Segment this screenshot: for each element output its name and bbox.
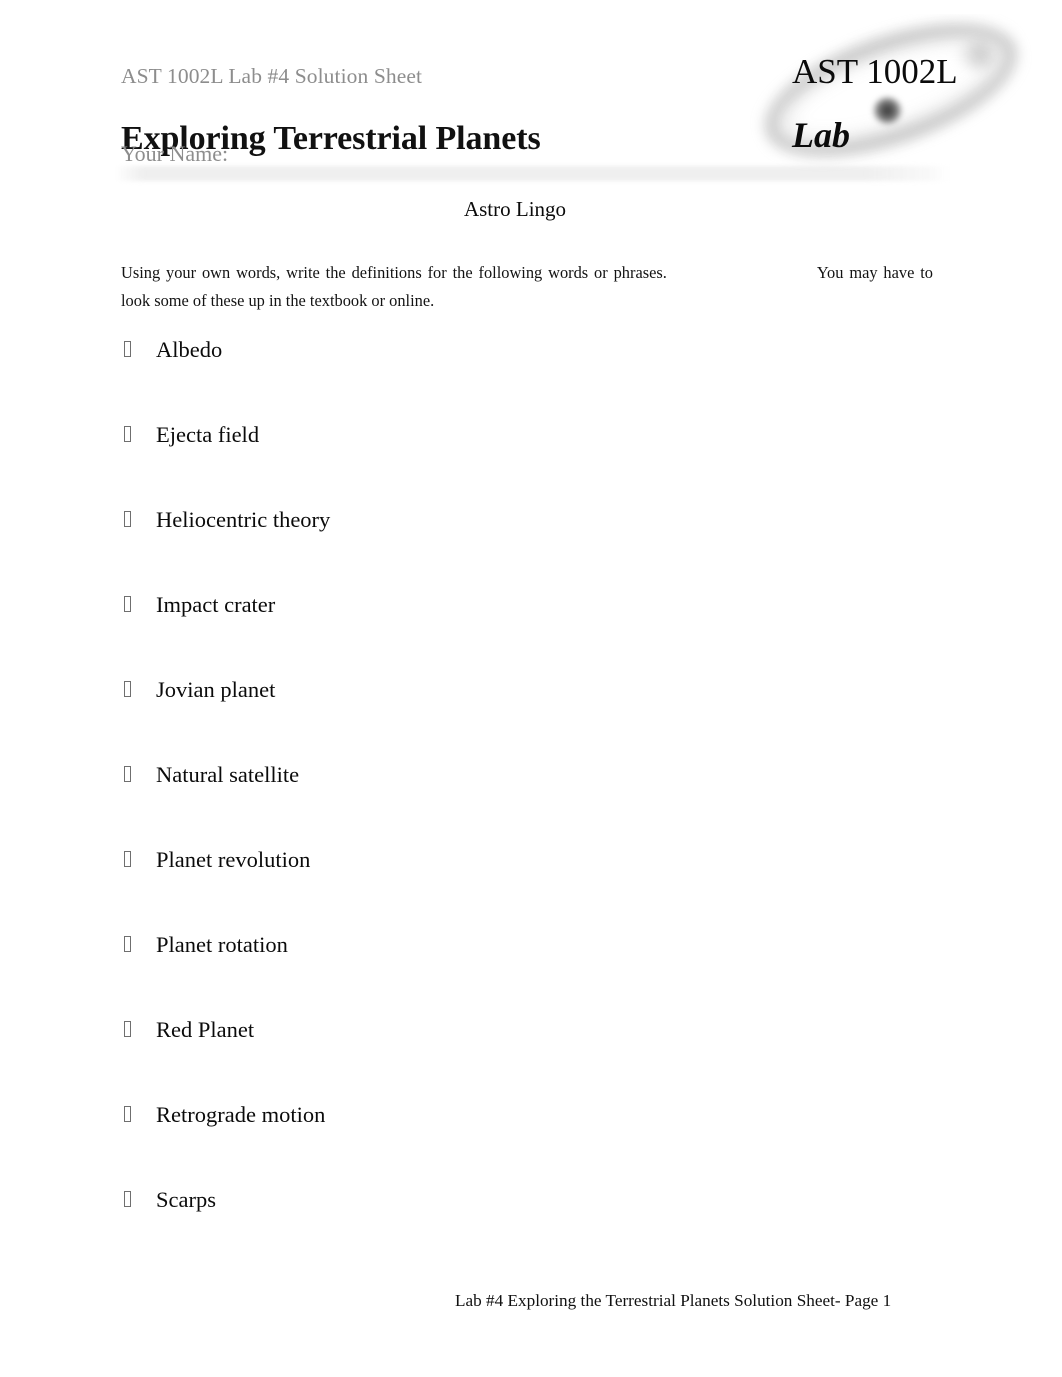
footer-text: Lab #4 Exploring the Terrestrial Planets… — [455, 1291, 892, 1310]
document-page: AST 1002L Lab #4 Solution Sheet Explorin… — [0, 0, 1062, 1377]
list-item: Albedo — [0, 336, 1062, 421]
term-label: Albedo — [156, 337, 223, 362]
section-heading-astro-lingo: Astro Lingo — [463, 197, 567, 221]
term-label: Jovian planet — [156, 677, 276, 702]
term-label: Ejecta field — [156, 422, 260, 447]
bullet-missing-glyph-icon — [124, 426, 131, 442]
list-item: Heliocentric theory — [0, 506, 1062, 591]
bullet-missing-glyph-icon — [124, 1191, 131, 1207]
list-item: Natural satellite — [0, 761, 1062, 846]
bullet-missing-glyph-icon — [124, 1021, 131, 1037]
bullet-missing-glyph-icon — [124, 341, 131, 357]
bullet-missing-glyph-icon — [124, 851, 131, 867]
bullet-missing-glyph-icon — [124, 681, 131, 697]
instructions-line-1: Using your own words, write the definiti… — [121, 263, 667, 283]
bullet-missing-glyph-icon — [124, 1106, 131, 1122]
list-item: Retrograde motion — [0, 1101, 1062, 1186]
list-item: Scarps — [0, 1186, 1062, 1271]
document-subtitle: AST 1002L Lab #4 Solution Sheet — [121, 64, 423, 88]
term-label: Heliocentric theory — [156, 507, 331, 532]
instructions-paragraph: Using your own words, write the definiti… — [121, 259, 933, 315]
galaxy-orbit-icon — [742, 14, 1032, 184]
bullet-missing-glyph-icon — [124, 766, 131, 782]
term-label: Retrograde motion — [156, 1102, 326, 1127]
logo-lab-word: Lab — [792, 115, 850, 155]
term-label: Impact crater — [156, 592, 276, 617]
astro-lingo-term-list: Albedo Ejecta field Heliocentric theory … — [0, 336, 1062, 1271]
document-footer: Lab #4 Exploring the Terrestrial Planets… — [0, 1288, 1062, 1318]
list-item: Red Planet — [0, 1016, 1062, 1101]
bullet-missing-glyph-icon — [124, 511, 131, 527]
list-item: Impact crater — [0, 591, 1062, 676]
list-item: Planet rotation — [0, 931, 1062, 1016]
bullet-missing-glyph-icon — [124, 936, 131, 952]
list-item: Ejecta field — [0, 421, 1062, 506]
bullet-missing-glyph-icon — [124, 596, 131, 612]
list-item: Planet revolution — [0, 846, 1062, 931]
list-item: Jovian planet — [0, 676, 1062, 761]
term-label: Natural satellite — [156, 762, 300, 787]
document-header: AST 1002L Lab #4 Solution Sheet Explorin… — [0, 0, 1062, 190]
name-field-label: Your Name: — [121, 141, 229, 166]
term-label: Red Planet — [156, 1017, 255, 1042]
course-logo: AST 1002L Lab — [742, 14, 1032, 184]
term-label: Planet rotation — [156, 932, 288, 957]
planet-dot-icon — [873, 97, 902, 124]
term-label: Planet revolution — [156, 847, 311, 872]
logo-course-code: AST 1002L — [792, 52, 958, 91]
term-label: Scarps — [156, 1187, 216, 1212]
